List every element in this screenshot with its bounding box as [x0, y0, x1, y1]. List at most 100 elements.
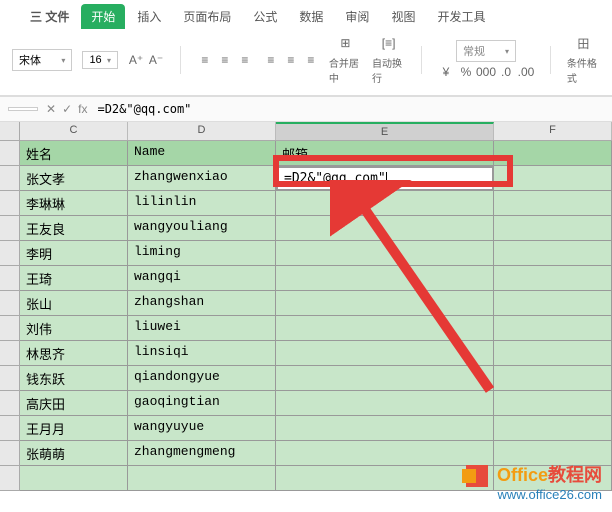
- cell-blank[interactable]: [494, 366, 612, 391]
- tab-view[interactable]: 视图: [381, 4, 425, 29]
- row-header[interactable]: [0, 191, 20, 216]
- align-mid-icon[interactable]: ≡: [217, 52, 233, 68]
- header-name-en[interactable]: Name: [128, 141, 276, 166]
- cell-name-cn[interactable]: 王友良: [20, 216, 128, 241]
- accept-icon[interactable]: ✓: [62, 102, 72, 116]
- font-select[interactable]: 宋体▾: [12, 49, 72, 71]
- cell-email[interactable]: [276, 366, 494, 391]
- cell-name-en[interactable]: wangyouliang: [128, 216, 276, 241]
- align-top-icon[interactable]: ≡: [197, 52, 213, 68]
- formula-input[interactable]: [95, 100, 604, 118]
- align-left-icon[interactable]: ≡: [263, 52, 279, 68]
- align-right-icon[interactable]: ≡: [303, 52, 319, 68]
- wrap-icon[interactable]: [≡]: [381, 35, 397, 51]
- cell-email[interactable]: [276, 391, 494, 416]
- header-email[interactable]: 邮箱: [276, 141, 494, 166]
- cell-blank[interactable]: [494, 291, 612, 316]
- cell-name-en[interactable]: wangyuyue: [128, 416, 276, 441]
- col-header-c[interactable]: C: [20, 122, 128, 140]
- cell-email[interactable]: [276, 291, 494, 316]
- col-header-d[interactable]: D: [128, 122, 276, 140]
- cell-email-editing[interactable]: =D2&"@qq.com": [276, 166, 494, 191]
- row-header[interactable]: [0, 141, 20, 166]
- tab-formula[interactable]: 公式: [243, 4, 287, 29]
- currency-icon[interactable]: ¥: [438, 64, 454, 80]
- col-header-e[interactable]: E: [276, 122, 494, 140]
- cell-name-en[interactable]: lilinlin: [128, 191, 276, 216]
- cell-email[interactable]: [276, 316, 494, 341]
- dec-inc-icon[interactable]: .0: [498, 64, 514, 80]
- cell-email[interactable]: [276, 216, 494, 241]
- tab-start[interactable]: 开始: [81, 4, 125, 29]
- row-header[interactable]: [0, 266, 20, 291]
- cell-blank[interactable]: [494, 266, 612, 291]
- cell-blank[interactable]: [494, 341, 612, 366]
- tab-data[interactable]: 数据: [289, 4, 333, 29]
- cell-name-en[interactable]: linsiqi: [128, 341, 276, 366]
- row-header[interactable]: [0, 366, 20, 391]
- row-header[interactable]: [0, 166, 20, 191]
- name-box[interactable]: [8, 107, 38, 111]
- row-header[interactable]: [0, 466, 20, 491]
- merge-icon[interactable]: ⊞: [337, 35, 353, 51]
- row-header[interactable]: [0, 416, 20, 441]
- cell-email[interactable]: [276, 191, 494, 216]
- cell-blank[interactable]: [494, 191, 612, 216]
- cell-blank[interactable]: [494, 216, 612, 241]
- cell-name-cn[interactable]: 张萌萌: [20, 441, 128, 466]
- cell-name-cn[interactable]: 张山: [20, 291, 128, 316]
- cell-name-en[interactable]: gaoqingtian: [128, 391, 276, 416]
- cell-name-en[interactable]: qiandongyue: [128, 366, 276, 391]
- cell-name-cn[interactable]: 李明: [20, 241, 128, 266]
- tab-layout[interactable]: 页面布局: [173, 4, 241, 29]
- cancel-icon[interactable]: ✕: [46, 102, 56, 116]
- tab-insert[interactable]: 插入: [127, 4, 171, 29]
- cell-name-cn[interactable]: 王月月: [20, 416, 128, 441]
- increase-font-icon[interactable]: A⁺: [128, 52, 144, 68]
- cell-email[interactable]: [276, 341, 494, 366]
- align-center-icon[interactable]: ≡: [283, 52, 299, 68]
- align-bot-icon[interactable]: ≡: [237, 52, 253, 68]
- cell-name-cn[interactable]: 张文孝: [20, 166, 128, 191]
- cell-email[interactable]: [276, 416, 494, 441]
- cell-name-cn[interactable]: 刘伟: [20, 316, 128, 341]
- row-header[interactable]: [0, 291, 20, 316]
- cell-email[interactable]: [276, 441, 494, 466]
- row-header[interactable]: [0, 316, 20, 341]
- cell-name-cn[interactable]: 王琦: [20, 266, 128, 291]
- tab-review[interactable]: 审阅: [335, 4, 379, 29]
- cell-blank[interactable]: [494, 391, 612, 416]
- cell-name-cn[interactable]: 钱东跃: [20, 366, 128, 391]
- cell-blank[interactable]: [494, 316, 612, 341]
- cell-email[interactable]: [276, 266, 494, 291]
- cell-email[interactable]: [276, 241, 494, 266]
- row-header[interactable]: [0, 441, 20, 466]
- cell-name-en[interactable]: liuwei: [128, 316, 276, 341]
- cell-name-en[interactable]: zhangshan: [128, 291, 276, 316]
- cell-name-en[interactable]: zhangwenxiao: [128, 166, 276, 191]
- row-header[interactable]: [0, 391, 20, 416]
- cell-blank[interactable]: [494, 241, 612, 266]
- condfmt-icon[interactable]: 田: [575, 35, 591, 51]
- dec-dec-icon[interactable]: .00: [518, 64, 534, 80]
- cell-blank[interactable]: [494, 416, 612, 441]
- cell[interactable]: [128, 466, 276, 491]
- header-name-cn[interactable]: 姓名: [20, 141, 128, 166]
- percent-icon[interactable]: %: [458, 64, 474, 80]
- cell[interactable]: [20, 466, 128, 491]
- cell-name-en[interactable]: wangqi: [128, 266, 276, 291]
- row-header[interactable]: [0, 341, 20, 366]
- cell-name-en[interactable]: zhangmengmeng: [128, 441, 276, 466]
- cell-name-en[interactable]: liming: [128, 241, 276, 266]
- select-all-corner[interactable]: [0, 122, 20, 140]
- cell-name-cn[interactable]: 李琳琳: [20, 191, 128, 216]
- header-blank[interactable]: [494, 141, 612, 166]
- fx-icon[interactable]: fx: [78, 102, 87, 116]
- row-header[interactable]: [0, 241, 20, 266]
- cell-name-cn[interactable]: 高庆田: [20, 391, 128, 416]
- cell-blank[interactable]: [494, 166, 612, 191]
- size-select[interactable]: 16▾: [82, 51, 118, 69]
- col-header-f[interactable]: F: [494, 122, 612, 140]
- row-header[interactable]: [0, 216, 20, 241]
- tab-file[interactable]: 三 文件: [20, 4, 79, 29]
